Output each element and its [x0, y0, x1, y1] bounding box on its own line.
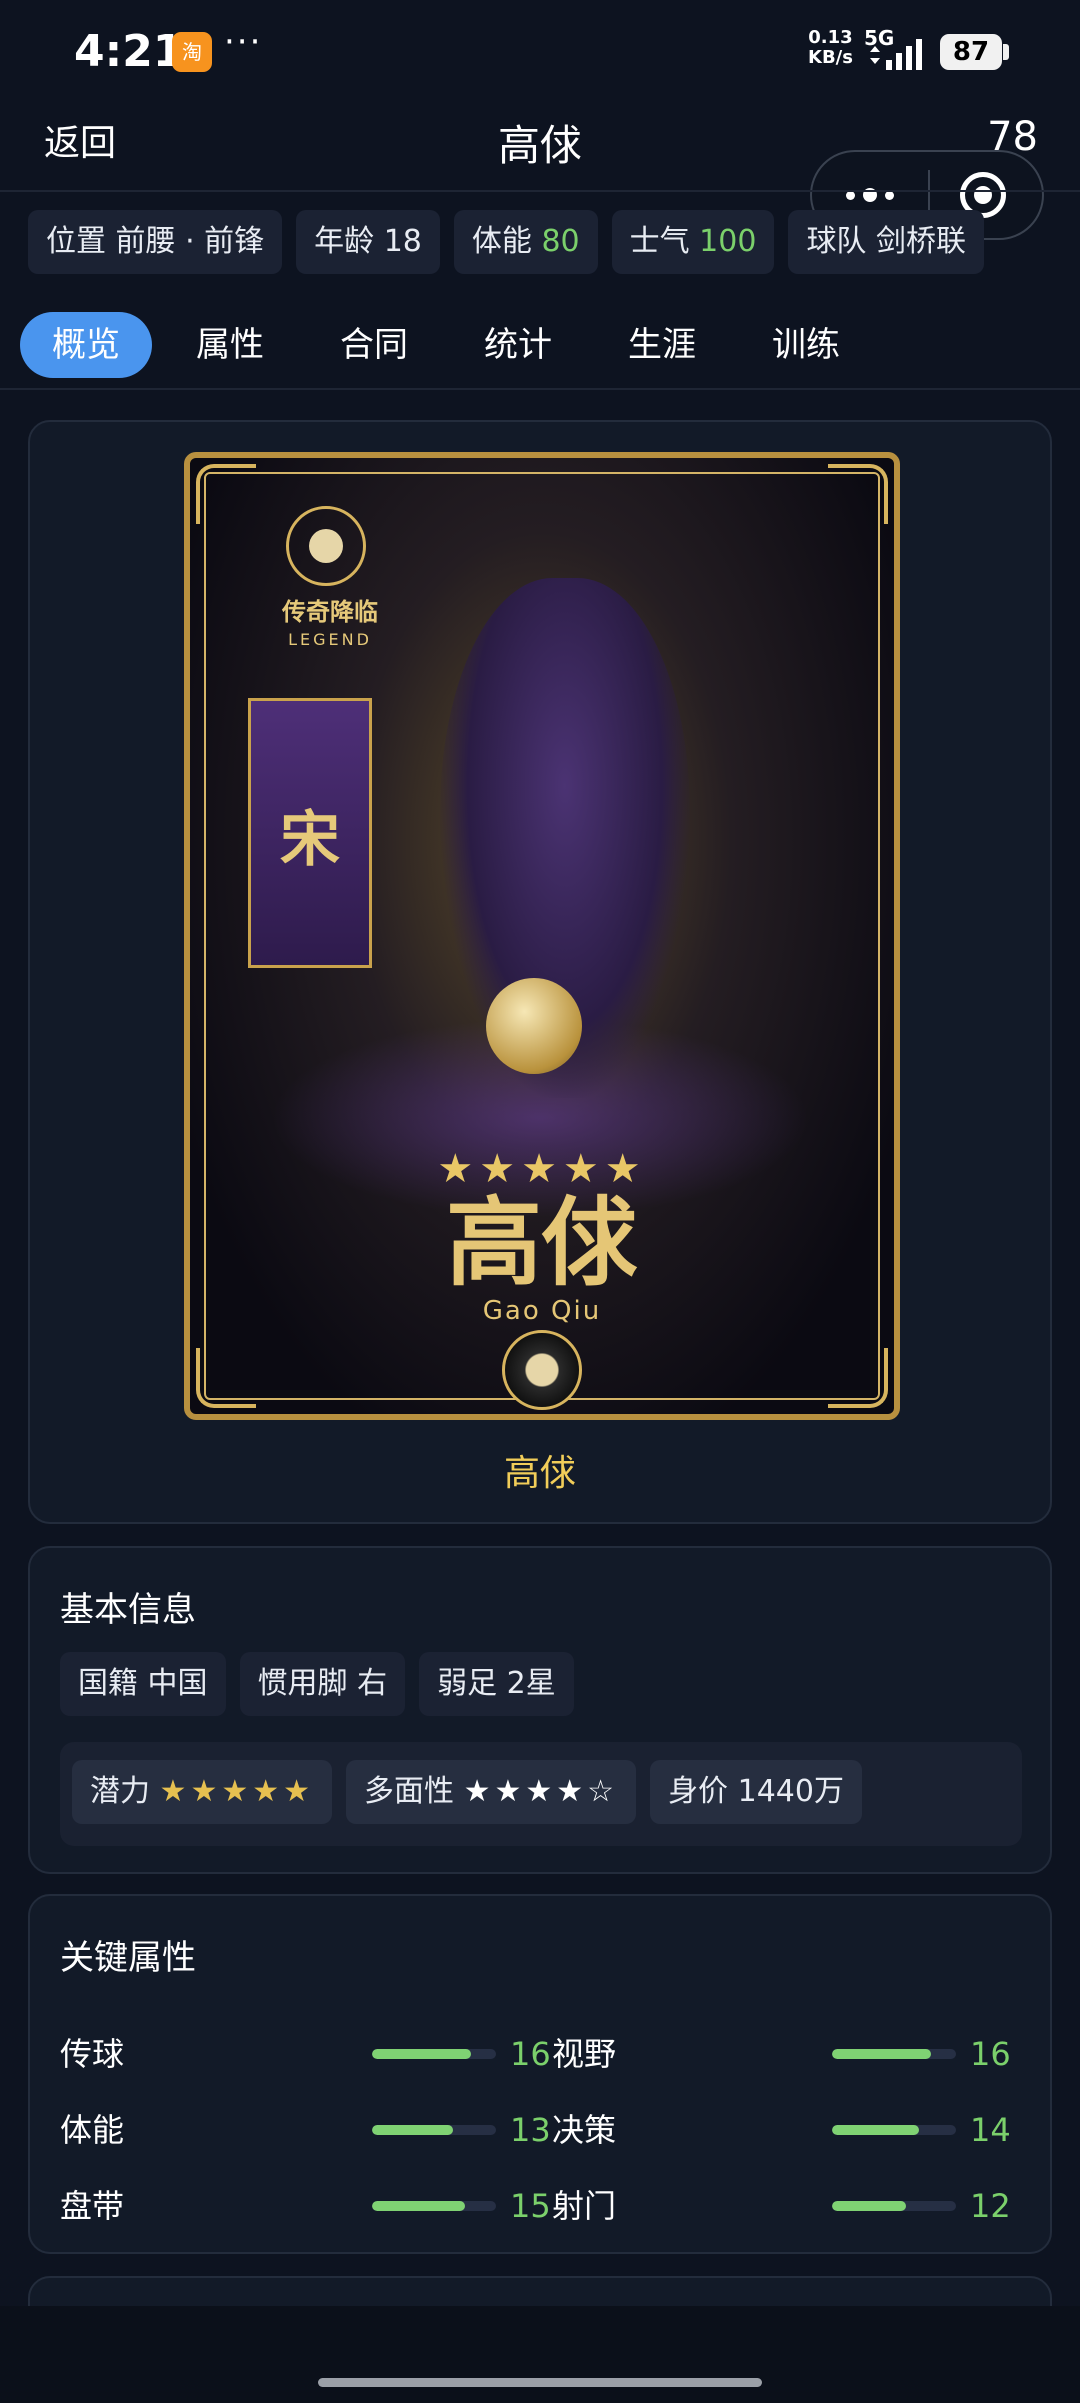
card-corner-ornament [196, 1348, 256, 1408]
attribute-bar-fill [832, 2125, 919, 2135]
chip-team: 球队 剑桥联 [788, 210, 984, 274]
tag-nationality: 国籍 中国 [60, 1652, 226, 1716]
tag-potential: 潜力 ★★★★★ [72, 1760, 333, 1824]
song-banner: 宋 [248, 698, 372, 968]
card-corner-ornament [828, 464, 888, 524]
basic-info-card: 基本信息 国籍 中国 惯用脚 右 弱足 2星 潜力 ★★★★★ 多面性 ★★★★… [28, 1546, 1052, 1874]
tab-contract[interactable]: 合同 [308, 312, 440, 378]
attribute-name: 决策 [552, 2111, 617, 2149]
card-player-name: 高俅 [446, 1186, 638, 1299]
tabs-divider [0, 388, 1080, 390]
app-notification-icon: 淘 [172, 32, 212, 72]
player-summary-chips: 位置 前腰 · 前锋 年龄 18 体能 80 士气 100 球队 剑桥联 [28, 210, 984, 274]
attribute-name: 视野 [552, 2035, 617, 2073]
chip-age: 年龄 18 [296, 210, 440, 274]
attribute-name: 传球 [60, 2035, 125, 2073]
attribute-bar-fill [832, 2201, 907, 2211]
card-player-name-en: Gao Qiu [482, 1296, 602, 1326]
attribute-name: 盘带 [60, 2187, 125, 2225]
attribute-bar [372, 2125, 496, 2135]
network-speed-value: 0.13 [808, 27, 853, 48]
status-time: 4:21 [74, 26, 184, 77]
basic-info-tags: 国籍 中国 惯用脚 右 弱足 2星 [60, 1652, 574, 1716]
network-speed-unit: KB/s [808, 47, 853, 68]
tab-career[interactable]: 生涯 [596, 312, 728, 378]
key-attributes-card: 关键属性 传球 16 视野 16 体能 13 决策 14 盘带 15 射门 12 [28, 1894, 1052, 2254]
attribute-row: 传球 16 视野 16 [60, 2024, 1020, 2084]
attribute-bar-fill [372, 2049, 472, 2059]
more-notifications-icon: ··· [224, 22, 263, 62]
battery-tip [1003, 44, 1009, 60]
tab-training[interactable]: 训练 [740, 312, 872, 378]
player-image-card: 传奇降临 LEGEND 宋 ★★★★★ 高俅 Gao Qiu 高俅 [28, 420, 1052, 1524]
battery-icon: 87 [940, 34, 1002, 70]
status-bar: 4:21 淘 ··· 0.13 KB/s 5G 87 [0, 0, 1080, 100]
attribute-bar-fill [832, 2049, 932, 2059]
key-attributes-title: 关键属性 [60, 1938, 196, 1978]
tab-attributes[interactable]: 属性 [164, 312, 296, 378]
chip-position: 位置 前腰 · 前锋 [28, 210, 283, 274]
card-corner-ornament [196, 464, 256, 524]
attribute-bar [832, 2125, 956, 2135]
banner-character: 宋 [280, 805, 340, 875]
chip-stamina: 体能 80 [453, 210, 598, 274]
player-name-caption: 高俅 [503, 1453, 576, 1494]
attribute-bar [372, 2201, 496, 2211]
chip-morale: 士气 100 [611, 210, 775, 274]
versatility-stars: ★★★★☆ [463, 1774, 619, 1809]
network-speed: 0.13 KB/s [808, 28, 853, 68]
header-divider [0, 190, 1080, 192]
tab-stats[interactable]: 统计 [452, 312, 584, 378]
player-card-art[interactable]: 传奇降临 LEGEND 宋 ★★★★★ 高俅 Gao Qiu [184, 452, 900, 1420]
signal-icon [870, 39, 922, 70]
attribute-value: 15 [510, 2187, 551, 2225]
attribute-row: 盘带 15 射门 12 [60, 2176, 1020, 2236]
attribute-value: 13 [510, 2111, 551, 2149]
tab-overview[interactable]: 概览 [20, 312, 152, 378]
bottom-safe-area [0, 2306, 1080, 2403]
basic-info-title: 基本信息 [60, 1590, 196, 1630]
tag-weak-foot: 弱足 2星 [419, 1652, 574, 1716]
attribute-value: 14 [970, 2111, 1011, 2149]
tag-market-value: 身价 1440万 [650, 1760, 862, 1824]
attribute-name: 射门 [552, 2187, 617, 2225]
attribute-value: 16 [970, 2035, 1011, 2073]
attribute-row: 体能 13 决策 14 [60, 2100, 1020, 2160]
card-corner-ornament [828, 1348, 888, 1408]
attribute-name: 体能 [60, 2111, 125, 2149]
home-indicator[interactable] [318, 2378, 762, 2387]
attribute-bar-fill [372, 2125, 453, 2135]
attribute-value: 16 [510, 2035, 551, 2073]
legend-subtitle: LEGEND [288, 630, 372, 649]
attribute-bar [832, 2049, 956, 2059]
ratings-panel: 潜力 ★★★★★ 多面性 ★★★★☆ 身价 1440万 [60, 1742, 1022, 1846]
football-emblem-icon [502, 1330, 582, 1410]
potential-stars: ★★★★★ [159, 1774, 315, 1809]
tag-versatility: 多面性 ★★★★☆ [346, 1760, 637, 1824]
attribute-bar [832, 2201, 956, 2211]
attribute-value: 12 [970, 2187, 1011, 2225]
attribute-bar-fill [372, 2201, 465, 2211]
crown-ball-crest-icon [286, 506, 366, 586]
tag-preferred-foot: 惯用脚 右 [239, 1652, 406, 1716]
tab-bar: 概览 属性 合同 统计 生涯 训练 [20, 312, 884, 378]
golden-ball-icon [486, 978, 582, 1074]
legend-title: 传奇降临 [282, 598, 378, 626]
attribute-bar [372, 2049, 496, 2059]
